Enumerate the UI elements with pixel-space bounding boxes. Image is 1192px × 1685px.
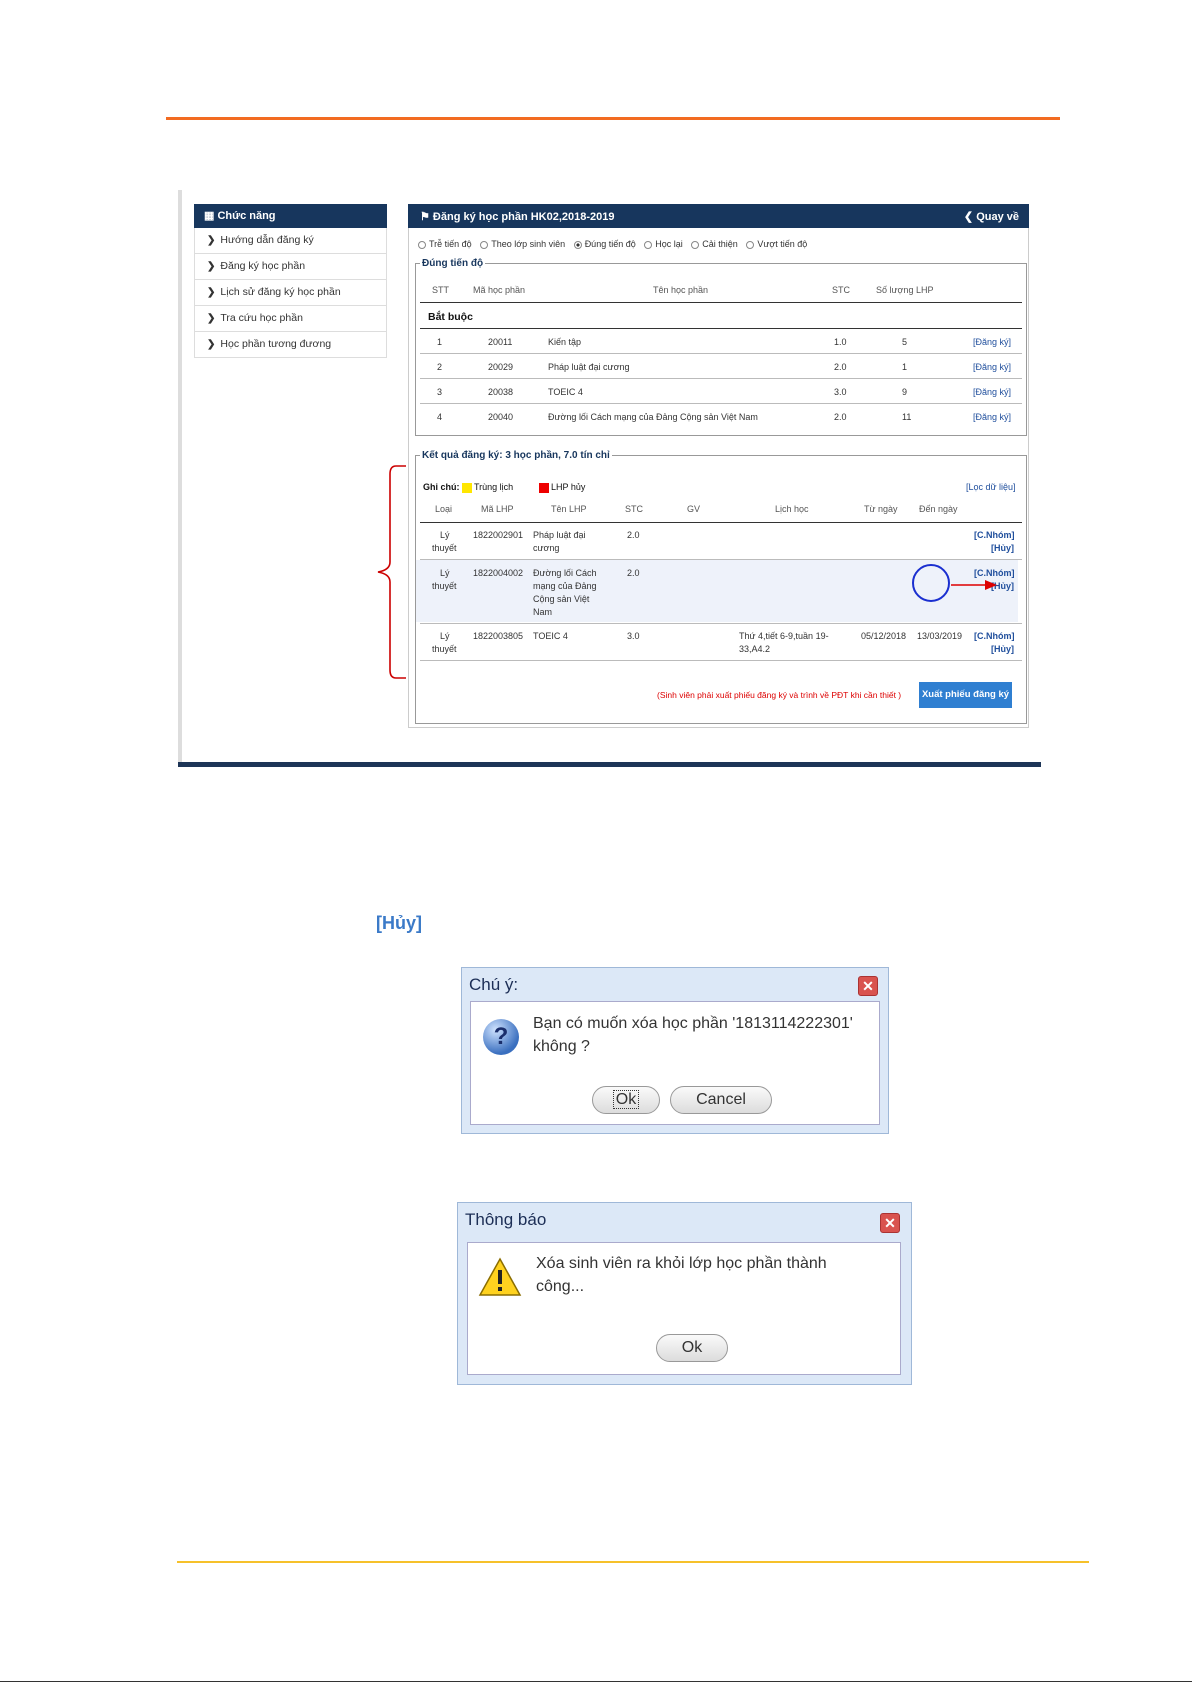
row-divider xyxy=(420,623,1022,624)
col-header-schedule: Lịch học xyxy=(775,504,809,514)
tag-icon: ⚑ xyxy=(420,211,433,223)
chevron-right-icon: ❯ xyxy=(207,261,216,272)
header-divider xyxy=(420,522,1022,523)
row-divider xyxy=(420,353,1022,354)
dialog-title: Thông báo xyxy=(465,1210,547,1229)
radio-retake[interactable]: Học lại xyxy=(638,239,683,249)
panel-header: ⚑ Đăng ký học phần HK02,2018-2019 ❮ Quay… xyxy=(408,204,1029,228)
progress-filter: Trễ tiến độ Theo lớp sinh viên Đúng tiến… xyxy=(412,239,807,249)
register-link[interactable]: [Đăng ký] xyxy=(973,387,1011,397)
col-header-from-date: Từ ngày xyxy=(864,504,898,514)
col-header-course-code: Mã học phần xyxy=(473,285,526,295)
dialog-message: Bạn có muốn xóa học phần '1813114222301'… xyxy=(533,1015,853,1055)
col-header-class-code: Mã LHP xyxy=(481,504,514,514)
chevron-right-icon: ❯ xyxy=(207,339,216,350)
ok-button[interactable]: Ok xyxy=(656,1334,728,1362)
menu-item-lookup[interactable]: ❯ Tra cứu học phần xyxy=(194,306,387,332)
results-legend: Kết quả đăng ký: 3 học phần, 7.0 tín chỉ xyxy=(422,450,610,461)
top-rule xyxy=(166,117,1060,120)
warning-icon xyxy=(478,1257,522,1296)
function-menu: ▦ Chức năng ❯ Hướng dẫn đăng ký ❯ Đăng ký … xyxy=(194,204,387,358)
notice-dialog: Thông báo ✕ Xóa sinh viên ra khỏi lớp họ… xyxy=(457,1202,912,1385)
cancel-link-label: [Hủy] xyxy=(376,913,422,933)
question-icon: ? xyxy=(483,1019,519,1055)
radio-ahead[interactable]: Vượt tiến độ xyxy=(740,239,807,249)
dialog-message: Xóa sinh viên ra khỏi lớp học phần thành… xyxy=(536,1255,827,1295)
filter-link[interactable]: [Lọc dữ liệu] xyxy=(966,482,1016,492)
col-header-lecturer: GV xyxy=(687,504,701,514)
register-link[interactable]: [Đăng ký] xyxy=(973,412,1011,422)
red-bracket-annotation xyxy=(377,465,406,679)
col-header-to-date: Đến ngày xyxy=(919,504,958,514)
back-button[interactable]: ❮ Quay về xyxy=(964,210,1019,223)
col-header-credits: STC xyxy=(832,285,850,295)
radio-button[interactable] xyxy=(691,240,700,249)
dialog-body: Xóa sinh viên ra khỏi lớp học phần thành… xyxy=(467,1242,901,1375)
note-class-cancelled: LHP hủy xyxy=(537,482,585,493)
radio-by-class[interactable]: Theo lớp sinh viên xyxy=(474,239,565,249)
confirm-dialog: Chú ý: ✕ ? Bạn có muốn xóa học phần '181… xyxy=(461,967,889,1134)
footer-rule xyxy=(0,1681,1192,1682)
chevron-right-icon: ❯ xyxy=(207,313,216,324)
courses-legend: Đúng tiến độ xyxy=(422,258,484,269)
header-divider xyxy=(420,302,1022,303)
radio-button[interactable] xyxy=(644,240,653,249)
col-header-class-count: Số lượng LHP xyxy=(876,285,934,295)
row-divider xyxy=(420,660,1022,661)
close-icon[interactable]: ✕ xyxy=(858,976,878,996)
radio-button[interactable] xyxy=(418,240,426,249)
menu-item-equivalent[interactable]: ❯ Học phần tương đương xyxy=(194,332,387,358)
cancel-link[interactable]: [Hủy] xyxy=(991,543,1014,553)
row-divider xyxy=(420,403,1022,404)
chevron-right-icon: ❯ xyxy=(207,287,216,298)
register-link[interactable]: [Đăng ký] xyxy=(973,362,1011,372)
group-divider xyxy=(420,328,1022,329)
chevron-right-icon: ❯ xyxy=(207,235,216,246)
export-note: (Sinh viên phải xuất phiếu đăng ký và tr… xyxy=(657,690,902,700)
note-schedule-conflict: Trùng lịch xyxy=(460,482,513,493)
close-icon[interactable]: ✕ xyxy=(880,1213,900,1233)
note-label: Ghi chú: xyxy=(423,482,460,492)
radio-improve[interactable]: Cải thiện xyxy=(685,239,738,249)
row-divider xyxy=(420,378,1022,379)
menu-item-register[interactable]: ❯ Đăng ký học phần xyxy=(194,254,387,280)
menu-item-guide[interactable]: ❯ Hướng dẫn đăng ký xyxy=(194,228,387,254)
radio-button-selected[interactable] xyxy=(573,240,582,249)
group-required: Bắt buộc xyxy=(428,311,473,323)
radio-button[interactable] xyxy=(480,240,489,249)
export-button[interactable]: Xuất phiếu đăng ký xyxy=(919,682,1012,708)
col-header-course-name: Tên học phần xyxy=(653,285,709,295)
radio-on-time[interactable]: Đúng tiến độ xyxy=(568,239,636,249)
yellow-swatch xyxy=(462,482,472,493)
col-header-class-name: Tên LHP xyxy=(551,504,587,514)
screenshot-bottom-bar xyxy=(178,762,1041,767)
group-link[interactable]: [C.Nhóm] xyxy=(974,530,1015,540)
dialog-title: Chú ý: xyxy=(469,975,519,994)
cancel-button[interactable]: Cancel xyxy=(670,1086,772,1114)
menu-header: ▦ Chức năng xyxy=(194,204,387,228)
col-header-credits: STC xyxy=(625,504,643,514)
group-link[interactable]: [C.Nhóm] xyxy=(974,631,1015,641)
radio-button[interactable] xyxy=(746,240,755,249)
col-header-type: Loại xyxy=(435,504,453,514)
radio-late[interactable]: Trễ tiến độ xyxy=(412,239,472,249)
col-header-stt: STT xyxy=(432,285,449,295)
red-swatch xyxy=(539,482,549,493)
bottom-rule xyxy=(177,1561,1089,1563)
menu-item-history[interactable]: ❯ Lịch sử đăng ký học phần xyxy=(194,280,387,306)
chevron-left-icon: ❮ xyxy=(963,211,977,223)
register-link[interactable]: [Đăng ký] xyxy=(973,337,1011,347)
grid-icon: ▦ xyxy=(204,210,218,222)
dialog-body: ? Bạn có muốn xóa học phần '181311422230… xyxy=(470,1001,880,1125)
cancel-link[interactable]: [Hủy] xyxy=(991,644,1014,654)
ok-button[interactable]: Ok xyxy=(592,1086,660,1114)
circle-arrow-annotation xyxy=(912,564,997,602)
panel-title: ⚑ Đăng ký học phần HK02,2018-2019 xyxy=(420,211,615,223)
